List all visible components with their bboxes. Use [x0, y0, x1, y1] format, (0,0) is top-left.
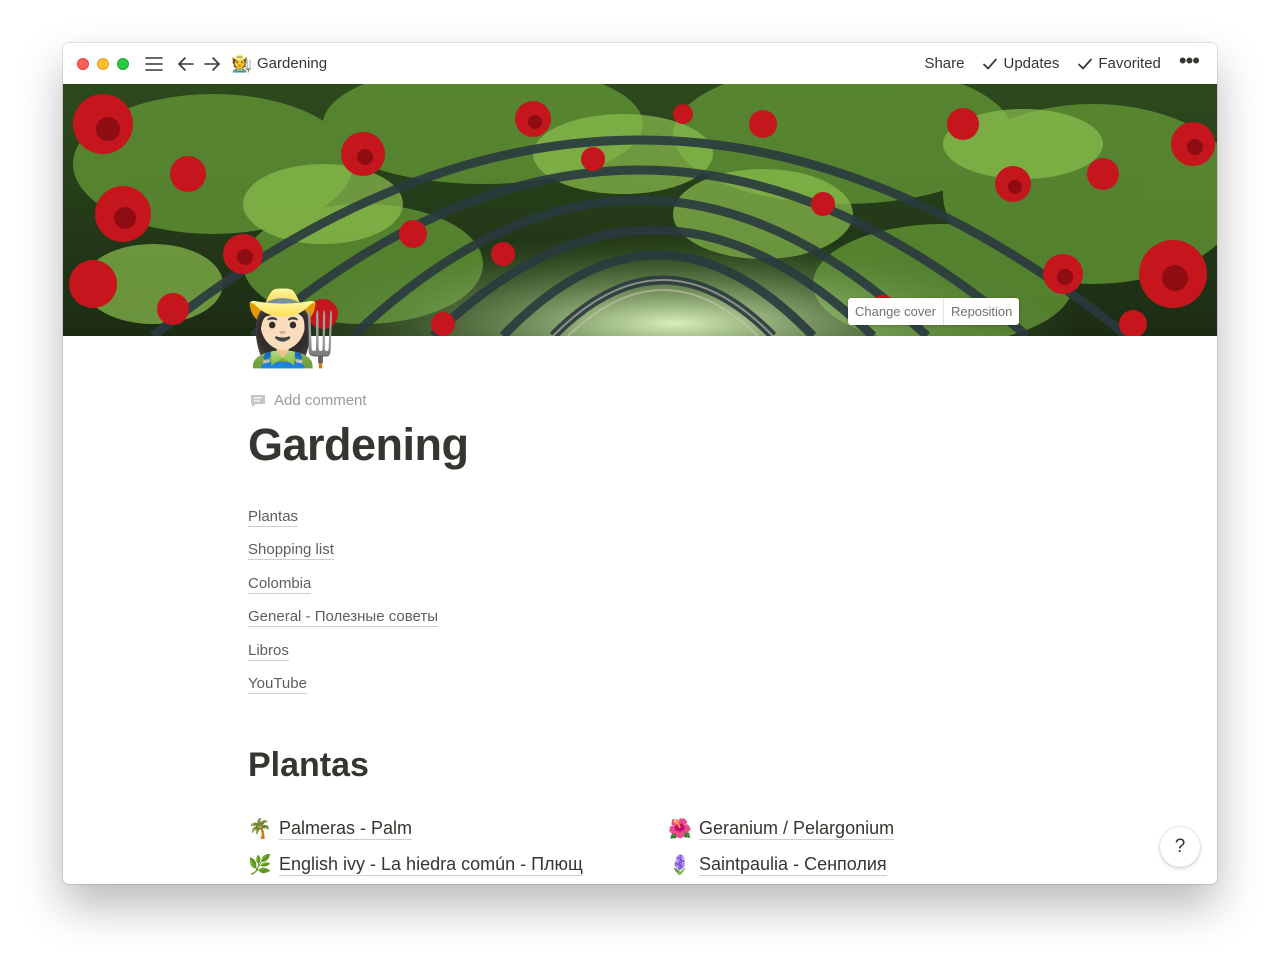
list-item: Libros [248, 641, 438, 675]
change-cover-button[interactable]: Change cover [848, 298, 943, 325]
breadcrumb-page-icon: 🧑‍🌾 [231, 53, 253, 73]
check-icon [1078, 58, 1093, 69]
window-controls [77, 57, 129, 70]
subpage-link[interactable]: 🌺 Geranium / Pelargonium [668, 817, 968, 840]
add-comment-button[interactable]: Add comment [249, 392, 367, 409]
favorited-label: Favorited [1098, 55, 1161, 72]
list-item: Colombia [248, 574, 438, 608]
subpage-link[interactable]: 🌿 English ivy - La hiedra común - Плющ [248, 853, 668, 876]
subpage-label: English ivy - La hiedra común - Плющ [279, 853, 583, 876]
updates-button[interactable]: Updates [982, 55, 1059, 72]
subpage-link[interactable]: 🌴 Palmeras - Palm [248, 817, 668, 840]
subpage-label: Saintpaulia - Сенполия [699, 853, 887, 876]
page-icon[interactable]: 👩🏻‍🌾 [245, 291, 337, 365]
link-libros[interactable]: Libros [248, 641, 289, 661]
add-comment-label: Add comment [274, 392, 367, 409]
subpage-label: Palmeras - Palm [279, 817, 413, 840]
link-plantas[interactable]: Plantas [248, 508, 299, 527]
more-icon[interactable]: ••• [1179, 49, 1200, 72]
cover-actions: Change cover Reposition [848, 298, 1020, 325]
list-item: General - Полезные советы [248, 608, 439, 641]
list-item: Plantas [248, 508, 438, 541]
violet-icon: 🪻 [668, 854, 692, 876]
arrow-left-icon[interactable] [175, 52, 197, 76]
subpage-grid: 🌴 Palmeras - Palm 🌺 Geranium / Pelargoni… [248, 817, 968, 876]
minimize-window-button[interactable] [97, 57, 109, 70]
ivy-icon: 🌿 [248, 854, 272, 876]
list-item: YouTube [248, 674, 438, 708]
link-colombia[interactable]: Colombia [248, 574, 312, 594]
list-item: Shopping list [248, 541, 438, 574]
cover-picture [63, 84, 1217, 336]
arrow-right-icon[interactable] [201, 52, 223, 76]
favorited-button[interactable]: Favorited [1077, 55, 1161, 72]
subpage-link[interactable]: 🪻 Saintpaulia - Сенполия [668, 853, 968, 876]
updates-label: Updates [1003, 55, 1060, 72]
close-window-button[interactable] [77, 57, 89, 70]
share-button[interactable]: Share [924, 55, 964, 72]
reposition-button[interactable]: Reposition [942, 298, 1019, 325]
breadcrumb[interactable]: 🧑‍🌾 Gardening [231, 54, 327, 74]
app-window: 🧑‍🌾 Gardening Share Updates Favorited ••… [63, 43, 1217, 884]
titlebar-actions: Share Updates Favorited ••• [924, 49, 1200, 72]
section-heading[interactable]: Plantas [248, 746, 369, 785]
subpage-label: Geranium / Pelargonium [699, 817, 895, 840]
menu-icon[interactable] [143, 52, 165, 76]
check-icon [983, 58, 998, 69]
link-list: Plantas Shopping list Colombia General -… [248, 508, 439, 708]
breadcrumb-title: Gardening [257, 55, 328, 72]
page-title[interactable]: Gardening [248, 419, 469, 471]
help-button[interactable]: ? [1160, 827, 1200, 867]
titlebar: 🧑‍🌾 Gardening Share Updates Favorited ••… [63, 43, 1217, 84]
palm-tree-icon: 🌴 [248, 818, 272, 840]
comment-icon [251, 394, 265, 407]
cover-image: Change cover Reposition [63, 84, 1217, 336]
link-youtube[interactable]: YouTube [248, 674, 307, 694]
link-general[interactable]: General - Полезные советы [248, 608, 439, 628]
link-shopping-list[interactable]: Shopping list [248, 541, 334, 561]
flower-icon: 🌺 [668, 818, 692, 840]
maximize-window-button[interactable] [117, 57, 129, 70]
